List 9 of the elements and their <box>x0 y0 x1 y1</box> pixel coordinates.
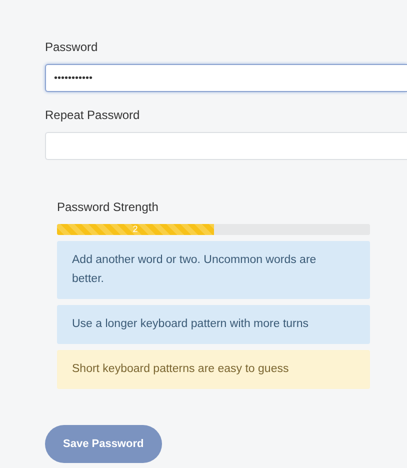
password-field[interactable]: ••••••••••• <box>45 64 407 92</box>
suggestion-message: Use a longer keyboard pattern with more turns <box>57 305 370 344</box>
warning-message: Short keyboard patterns are easy to guess <box>57 350 370 389</box>
suggestion-message: Add another word or two. Uncommon words are better. <box>57 241 370 299</box>
field-label: Password <box>45 39 99 56</box>
field-label: Repeat Password <box>45 107 141 124</box>
password-field[interactable] <box>45 132 407 160</box>
strength-score: 2 <box>132 225 138 234</box>
strength-label: Password Strength <box>57 199 160 216</box>
